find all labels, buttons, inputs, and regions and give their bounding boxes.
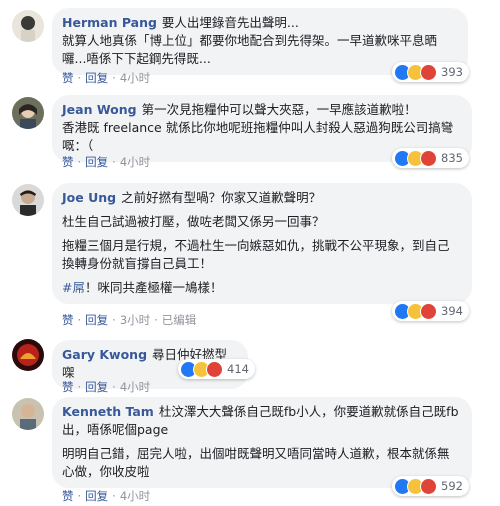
comment-bubble: Kenneth Tam 杜汶澤大大聲係自己既fb小人，你要道歉就係自己既fb出，唔… (52, 397, 472, 488)
reply-link[interactable]: 回复 (85, 155, 108, 169)
reply-link[interactable]: 回复 (85, 489, 108, 503)
comment-actions: 赞 · 回复 · 4小时 (62, 71, 151, 85)
reactions-summary[interactable]: 414 (178, 359, 255, 379)
reactions-summary[interactable]: 394 (392, 301, 469, 321)
comment-author[interactable]: Jean Wong (62, 102, 137, 117)
avatar[interactable] (12, 339, 44, 371)
comment-bubble: Joe Ung 之前好撚有型喎？你家又道歉聲明？ 杜生自己試過被打壓，做咗老闆又係… (52, 183, 472, 304)
like-link[interactable]: 赞 (62, 155, 74, 169)
reply-link[interactable]: 回复 (85, 380, 108, 394)
comment-text: 杜生自己試過被打壓，做咗老闆又係另一回事？ (62, 214, 325, 229)
hashtag-link[interactable]: #屌 (62, 280, 85, 295)
reaction-count: 835 (441, 151, 463, 165)
avatar[interactable] (12, 398, 44, 430)
comment-author[interactable]: Joe Ung (62, 190, 116, 205)
reaction-count: 393 (441, 65, 463, 79)
timestamp[interactable]: 4小时 (120, 489, 150, 503)
timestamp[interactable]: 4小时 (120, 155, 150, 169)
timestamp[interactable]: 4小时 (120, 380, 150, 394)
timestamp[interactable]: 3小时 (120, 313, 150, 327)
angry-icon (420, 302, 437, 320)
reaction-count: 592 (441, 479, 463, 493)
like-link[interactable]: 赞 (62, 71, 74, 85)
comment-text: 拖糧三個月是行規，不過杜生一向嫉惡如仇，挑戰不公平現象，到自己換轉身份就盲撐自己… (62, 238, 450, 271)
comment-actions: 赞 · 回复 · 3小时 · 已编辑 (62, 313, 197, 327)
angry-icon (206, 360, 223, 378)
timestamp[interactable]: 4小时 (120, 71, 150, 85)
reactions-summary[interactable]: 393 (392, 62, 469, 82)
comment-actions: 赞 · 回复 · 4小时 (62, 380, 151, 394)
like-link[interactable]: 赞 (62, 380, 74, 394)
comment-actions: 赞 · 回复 · 4小时 (62, 489, 151, 503)
like-link[interactable]: 赞 (62, 489, 74, 503)
reactions-summary[interactable]: 835 (392, 148, 469, 168)
comment-text: 要人出埋錄音先出聲明... (161, 15, 299, 30)
reactions-summary[interactable]: 592 (392, 476, 469, 496)
comment-author[interactable]: Gary Kwong (62, 347, 147, 362)
avatar[interactable] (12, 184, 44, 216)
angry-icon (420, 477, 437, 495)
comment-text: 之前好撚有型喎？你家又道歉聲明？ (121, 190, 322, 205)
reaction-count: 394 (441, 304, 463, 318)
comment-text: 第一次見拖糧仲可以聲大夾惡，一早應該道歉啦！ (141, 102, 417, 117)
comment-text: ！咪同共產極權一鳩樣！ (84, 280, 223, 295)
reply-link[interactable]: 回复 (85, 313, 108, 327)
reaction-count: 414 (227, 362, 249, 376)
avatar[interactable] (12, 97, 44, 129)
avatar[interactable] (12, 10, 44, 42)
comment-author[interactable]: Kenneth Tam (62, 404, 154, 419)
like-link[interactable]: 赞 (62, 313, 74, 327)
comment-author[interactable]: Herman Pang (62, 15, 157, 30)
edited-label[interactable]: 已编辑 (162, 313, 197, 327)
angry-icon (420, 63, 437, 81)
reply-link[interactable]: 回复 (85, 71, 108, 85)
angry-icon (420, 149, 437, 167)
comment-actions: 赞 · 回复 · 4小时 (62, 155, 151, 169)
